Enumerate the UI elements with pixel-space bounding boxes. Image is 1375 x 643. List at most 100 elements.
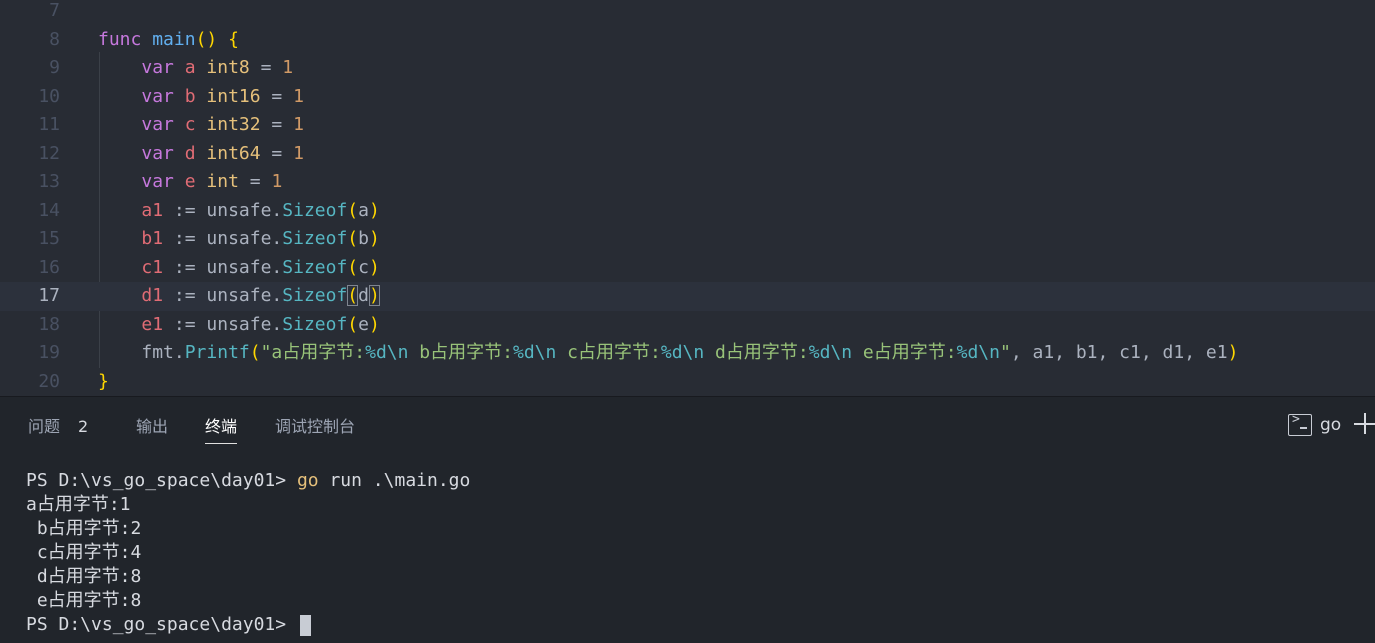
code-token: d占用字节:	[704, 342, 809, 363]
code-token: int32	[206, 114, 261, 135]
code-token: =	[260, 114, 294, 135]
code-token: b占用字节:	[408, 342, 513, 363]
code-token: int8	[206, 57, 250, 78]
code-token: =	[238, 171, 272, 192]
code-token: int	[206, 171, 239, 192]
code-text: var e int = 1	[98, 168, 282, 197]
tab-debug-console-label: 调试控制台	[275, 417, 356, 436]
code-editor[interactable]: 7 8 func main() {9 var a int8 = 1 10 var b …	[0, 0, 1375, 396]
code-token: Printf	[184, 342, 250, 363]
code-token: d	[184, 142, 196, 164]
bottom-panel: 问题 2 输出 终端 调试控制台 go PS D:\vs_go_space\day…	[0, 396, 1375, 643]
code-token: )	[368, 256, 380, 278]
code-line[interactable]: 12 var d int64 = 1	[0, 140, 1375, 169]
code-token: int64	[206, 142, 261, 164]
tab-debug-console[interactable]: 调试控制台	[275, 413, 355, 443]
line-number: 18	[38, 313, 60, 335]
line-number: 20	[38, 370, 60, 392]
code-token: =	[260, 85, 294, 107]
tab-problems[interactable]: 问题 2	[28, 413, 88, 443]
code-line[interactable]: 8 func main() {	[0, 26, 1375, 55]
terminal-output-line: a占用字节:1	[26, 494, 131, 515]
code-token: var	[141, 114, 174, 135]
code-token: =	[260, 142, 294, 164]
code-text: a1 := unsafe.Sizeof(a)	[98, 197, 380, 226]
code-token: %d\n	[956, 342, 1000, 363]
code-line[interactable]: 18 e1 := unsafe.Sizeof(e)	[0, 311, 1375, 340]
code-token: 1	[271, 171, 283, 192]
code-token: )	[368, 199, 380, 221]
code-token: b1	[141, 228, 164, 249]
code-line[interactable]: 10 var b int16 = 1	[0, 83, 1375, 112]
terminal-icon	[1288, 412, 1312, 436]
code-token: := unsafe.	[163, 256, 283, 278]
code-token: (	[249, 342, 261, 363]
tab-terminal[interactable]: 终端	[205, 413, 238, 444]
code-token: var	[141, 171, 174, 192]
code-line[interactable]: 7	[0, 0, 1375, 26]
tab-output[interactable]: 输出	[136, 413, 168, 443]
line-number: 17	[38, 285, 60, 306]
code-line[interactable]: 15 b1 := unsafe.Sizeof(b)	[0, 225, 1375, 254]
code-token: Sizeof	[282, 228, 348, 249]
code-token: (	[347, 285, 359, 306]
code-text: var d int64 = 1	[98, 140, 304, 169]
code-line[interactable]: 20}	[0, 368, 1375, 397]
tab-output-label: 输出	[136, 417, 169, 436]
code-token: "a占用字节:	[260, 342, 366, 363]
code-token: b	[184, 85, 196, 107]
terminal-selector-label: go	[1320, 415, 1342, 435]
code-line[interactable]: 11 var c int32 = 1	[0, 111, 1375, 140]
code-line[interactable]: 16 c1 := unsafe.Sizeof(c)	[0, 254, 1375, 283]
code-line[interactable]: 19 fmt.Printf("a占用字节:%d\n b占用字节:%d\n c占用…	[0, 339, 1375, 368]
line-number: 12	[38, 142, 60, 164]
code-token: e1	[141, 313, 164, 335]
code-line[interactable]: 14 a1 := unsafe.Sizeof(a)	[0, 197, 1375, 226]
code-token: c1	[141, 256, 164, 278]
code-token: (	[347, 199, 359, 221]
code-token: var	[141, 85, 174, 107]
code-text: }	[98, 368, 109, 397]
terminal-selector[interactable]: go	[1288, 411, 1341, 439]
line-number: 19	[38, 342, 60, 363]
line-number: 10	[38, 85, 60, 107]
code-line[interactable]: 9 var a int8 = 1	[0, 54, 1375, 83]
code-token: (	[347, 256, 359, 278]
code-token: a	[358, 199, 369, 221]
code-token: (	[347, 313, 359, 335]
tab-terminal-label: 终端	[205, 417, 238, 436]
code-token: %d\n	[512, 342, 557, 363]
code-line[interactable]: 13 var e int = 1	[0, 168, 1375, 197]
code-token: %d\n	[808, 342, 853, 363]
code-token: e占用字节:	[852, 342, 957, 363]
code-token: func	[98, 28, 142, 50]
code-token: Sizeof	[282, 313, 348, 335]
code-token: c占用字节:	[556, 342, 661, 363]
code-token: e	[358, 313, 369, 335]
code-line[interactable]: 17 d1 := unsafe.Sizeof(d)	[0, 282, 1375, 311]
line-number: 9	[49, 57, 60, 78]
code-token: Sizeof	[282, 256, 348, 278]
code-text: e1 := unsafe.Sizeof(e)	[98, 311, 379, 340]
code-token: var	[141, 57, 174, 78]
code-text: var c int32 = 1	[98, 111, 304, 140]
code-token: c	[184, 114, 196, 135]
line-number: 15	[38, 228, 60, 249]
code-token: := unsafe.	[163, 313, 283, 335]
terminal-output-line: c占用字节:4	[26, 542, 142, 563]
line-number: 16	[38, 256, 60, 278]
code-token: d1	[141, 285, 164, 306]
code-text: func main() {	[98, 26, 239, 55]
plus-icon[interactable]	[1354, 413, 1375, 434]
